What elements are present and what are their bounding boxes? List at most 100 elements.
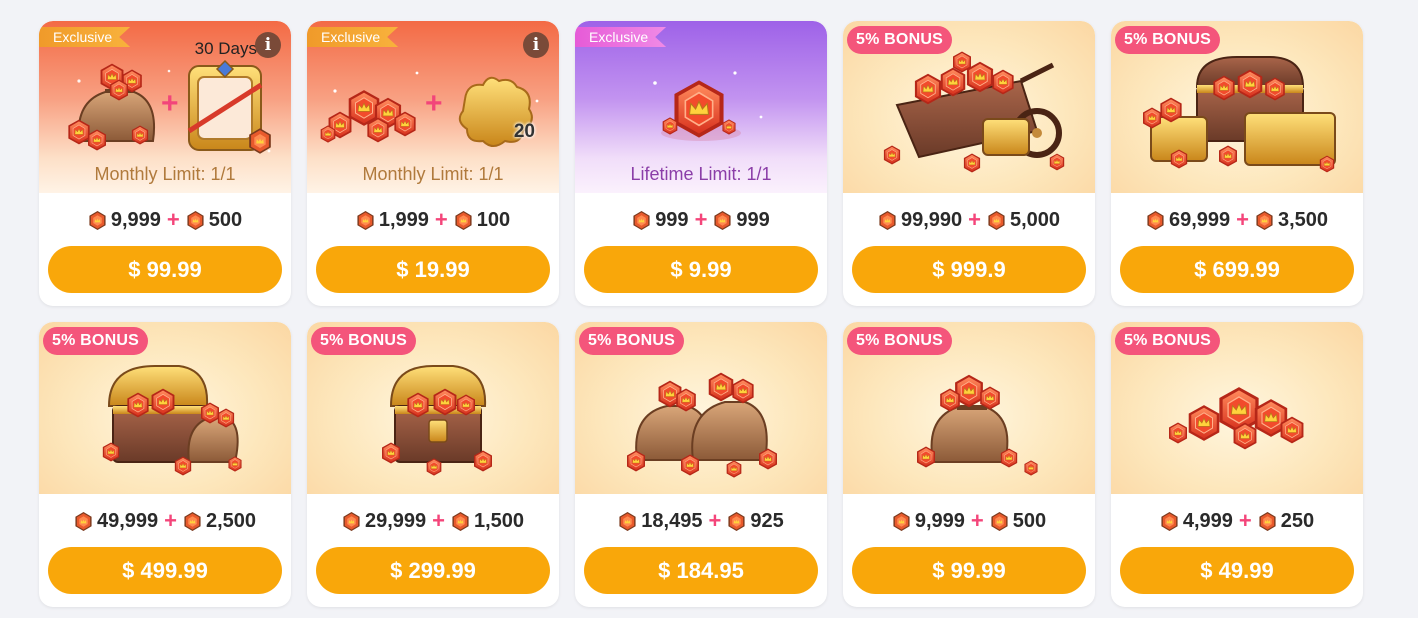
base-amount: 9,999: [914, 509, 965, 532]
gem-icon: [713, 210, 732, 231]
bonus-amount: 1,500: [473, 509, 525, 532]
bonus-tag: 5% BONUS: [579, 327, 684, 355]
buy-button[interactable]: $ 99.99: [48, 246, 282, 293]
offer-card[interactable]: 5% BONUS 4,999 + 250 $ 49.99: [1111, 322, 1363, 607]
buy-button[interactable]: $ 699.99: [1120, 246, 1354, 293]
base-amount: 999: [655, 208, 689, 231]
currency-amounts: 4,999 + 250: [1111, 508, 1363, 534]
currency-amounts: 29,999 + 1,500: [307, 508, 559, 534]
gem-icon: [1160, 511, 1179, 532]
base-amount: 1,999: [378, 208, 429, 231]
plus-icon: +: [434, 207, 448, 232]
currency-amounts: 99,990 + 5,000: [843, 207, 1095, 233]
gem-icon: [454, 210, 473, 231]
plus-icon: +: [1236, 207, 1249, 232]
base-amount: 4,999: [1182, 509, 1233, 532]
gem-icon: [451, 511, 470, 532]
plus-icon: +: [694, 207, 708, 232]
card-banner: 5% BONUS: [843, 322, 1095, 494]
svg-text:+: +: [161, 87, 179, 120]
card-banner: 5% BONUS: [1111, 322, 1363, 494]
base-amount: 99,990: [900, 208, 963, 231]
bonus-tag: 5% BONUS: [1115, 327, 1220, 355]
offer-card[interactable]: 5% BONUS 18,495 + 925 $ 184.95: [575, 322, 827, 607]
offer-card[interactable]: 5% BONUS 49,999 + 2,500 $ 499.99: [39, 322, 291, 607]
card-banner: 5% BONUS: [843, 21, 1095, 193]
bonus-amount: 100: [476, 208, 511, 231]
buy-button[interactable]: $ 299.99: [316, 547, 550, 594]
gem-icon: [632, 210, 651, 231]
buy-button[interactable]: $ 99.99: [852, 547, 1086, 594]
gem-icon: [356, 210, 375, 231]
currency-amounts: 1,999 + 100: [307, 207, 559, 233]
bonus-tag: 5% BONUS: [1115, 26, 1220, 54]
currency-amounts: 9,999 + 500: [843, 508, 1095, 534]
offer-card[interactable]: + 20 Exclusive i Monthly Limit: 1/1 1,99…: [307, 21, 559, 306]
buy-button[interactable]: $ 999.9: [852, 246, 1086, 293]
bonus-tag: 5% BONUS: [847, 26, 952, 54]
gem-icon: [88, 210, 107, 231]
exclusive-tag: Exclusive: [39, 27, 131, 47]
buy-button[interactable]: $ 19.99: [316, 246, 550, 293]
gem-icon: [74, 511, 93, 532]
bonus-tag: 5% BONUS: [43, 327, 148, 355]
plus-icon: +: [164, 508, 177, 533]
card-banner: + Exclusive 30 Days i Monthly Limit: 1/1: [39, 21, 291, 193]
buy-button[interactable]: $ 499.99: [48, 547, 282, 594]
currency-amounts: 18,495 + 925: [575, 508, 827, 534]
base-amount: 18,495: [641, 509, 703, 532]
info-icon[interactable]: i: [255, 32, 281, 58]
purchase-limit: Lifetime Limit: 1/1: [630, 164, 772, 184]
base-amount: 29,999: [364, 509, 427, 532]
offer-card[interactable]: 5% BONUS 9,999 + 500 $ 99.99: [843, 322, 1095, 607]
offer-card[interactable]: Exclusive Lifetime Limit: 1/1 999 + 999 …: [575, 21, 827, 306]
purchase-limit: Monthly Limit: 1/1: [94, 164, 236, 184]
exclusive-tag: Exclusive: [307, 27, 399, 47]
buy-button[interactable]: $ 184.95: [584, 547, 818, 594]
bonus-amount: 3,500: [1277, 208, 1329, 231]
bonus-amount: 2,500: [205, 509, 257, 532]
plus-icon: +: [968, 207, 981, 232]
bonus-amount: 925: [750, 509, 784, 532]
card-banner: 5% BONUS: [1111, 21, 1363, 193]
gem-icon: [342, 511, 361, 532]
base-amount: 69,999: [1168, 208, 1231, 231]
gem-icon: [1146, 210, 1165, 231]
buy-button[interactable]: $ 49.99: [1120, 547, 1354, 594]
gem-icon: [1258, 511, 1277, 532]
offer-card[interactable]: 5% BONUS 99,990 + 5,000 $ 999.9: [843, 21, 1095, 306]
plus-icon: +: [970, 508, 984, 533]
offer-card[interactable]: 5% BONUS 29,999 + 1,500 $ 299.99: [307, 322, 559, 607]
gem-icon: [618, 511, 637, 532]
bonus-amount: 5,000: [1009, 208, 1061, 231]
gem-icon: [1255, 210, 1274, 231]
card-banner: 5% BONUS: [307, 322, 559, 494]
exclusive-tag: Exclusive: [575, 27, 667, 47]
card-banner: + 20 Exclusive i Monthly Limit: 1/1: [307, 21, 559, 193]
plus-icon: +: [708, 508, 722, 533]
bonus-amount: 500: [208, 208, 243, 231]
buy-button[interactable]: $ 9.99: [584, 246, 818, 293]
bonus-amount: 999: [736, 208, 770, 231]
info-icon[interactable]: i: [523, 32, 549, 58]
piece-count: 20: [513, 121, 535, 142]
gem-icon: [987, 210, 1006, 231]
bonus-amount: 500: [1012, 509, 1047, 532]
duration-label: 30 Days: [194, 39, 257, 58]
offer-card[interactable]: 5% BONUS 69,999 + 3,500 $ 699.99: [1111, 21, 1363, 306]
currency-amounts: 999 + 999: [575, 207, 827, 233]
gem-icon: [727, 511, 746, 532]
gem-icon: [878, 210, 897, 231]
gem-icon: [892, 511, 911, 532]
offer-card[interactable]: + Exclusive 30 Days i Monthly Limit: 1/1…: [39, 21, 291, 306]
bonus-amount: 250: [1280, 509, 1315, 532]
gem-icon: [183, 511, 202, 532]
plus-icon: +: [166, 207, 180, 232]
gem-icon: [186, 210, 205, 231]
plus-icon: +: [432, 508, 445, 533]
svg-text:+: +: [425, 87, 443, 120]
bonus-tag: 5% BONUS: [311, 327, 416, 355]
shop-grid: + Exclusive 30 Days i Monthly Limit: 1/1…: [39, 21, 1363, 607]
gem-icon: [990, 511, 1009, 532]
currency-amounts: 69,999 + 3,500: [1111, 207, 1363, 233]
